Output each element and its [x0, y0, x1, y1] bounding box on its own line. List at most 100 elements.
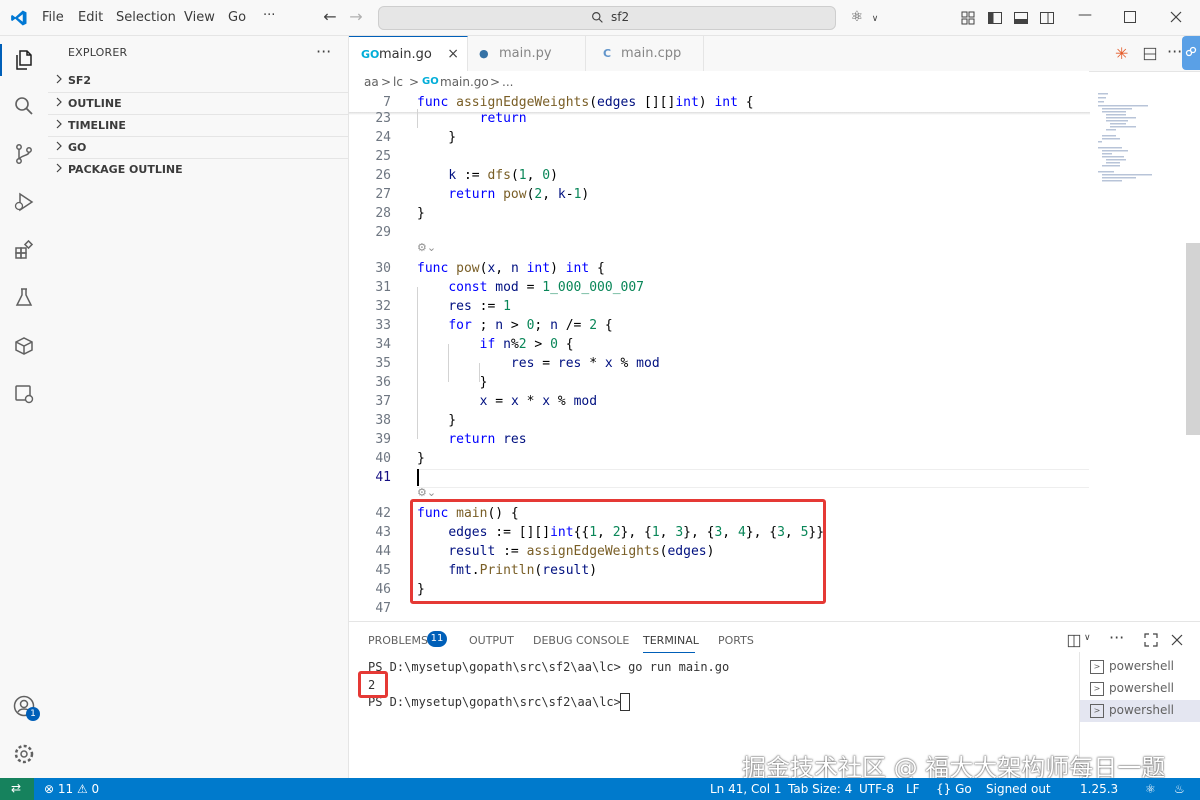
- panel-more-icon[interactable]: ···: [1109, 628, 1124, 647]
- code-text: res := 1: [417, 297, 511, 316]
- section-outline[interactable]: OUTLINE: [48, 92, 348, 115]
- code-line[interactable]: 26 k := dfs(1, 0): [349, 166, 1090, 185]
- close-icon[interactable]: ×: [447, 46, 459, 62]
- explorer-more-icon[interactable]: ···: [316, 42, 331, 61]
- terminal-line-prompt[interactable]: PS D:\mysetup\gopath\src\sf2\aa\lc>: [368, 695, 628, 709]
- status-language[interactable]: {} Go: [936, 782, 972, 796]
- go-extension-icon[interactable]: [8, 330, 40, 362]
- code-text: return res: [417, 430, 526, 449]
- maximize-icon[interactable]: [1124, 11, 1136, 23]
- ptab-ports[interactable]: PORTS: [718, 634, 754, 647]
- copilot-sparkle-icon[interactable]: ✳: [1115, 44, 1128, 63]
- section-sf2[interactable]: SF2: [48, 70, 348, 92]
- ptab-debug-console[interactable]: DEBUG CONSOLE: [533, 634, 629, 647]
- code-line[interactable]: 40}: [349, 449, 1090, 468]
- code-line[interactable]: 39 return res: [349, 430, 1090, 449]
- code-line[interactable]: 37 x = x * x % mod: [349, 392, 1090, 411]
- status-encoding[interactable]: UTF-8: [859, 782, 894, 796]
- status-go-version[interactable]: 1.25.3: [1080, 782, 1118, 796]
- copilot-status-icon[interactable]: ⚛: [1145, 782, 1156, 796]
- chevron-down-icon[interactable]: ∨: [866, 10, 884, 28]
- extensions-icon[interactable]: [8, 234, 40, 266]
- toggle-secondary-sidebar-icon[interactable]: [1039, 10, 1055, 26]
- code-line[interactable]: 27 return pow(2, k-1): [349, 185, 1090, 204]
- code-line[interactable]: 33 for ; n > 0; n /= 2 {: [349, 316, 1090, 335]
- chevron-right-icon: [56, 119, 62, 129]
- back-arrow-icon[interactable]: ←: [321, 8, 339, 26]
- code-line[interactable]: 23 return: [349, 109, 1090, 128]
- breadcrumb-lc[interactable]: lc: [393, 75, 403, 89]
- editor-more-actions-icon[interactable]: ···: [1167, 42, 1182, 61]
- ptab-output[interactable]: OUTPUT: [469, 634, 514, 647]
- customize-layout-icon[interactable]: [960, 10, 976, 26]
- status-eol[interactable]: LF: [906, 782, 920, 796]
- minimize-icon[interactable]: —: [1076, 6, 1094, 24]
- toggle-panel-icon[interactable]: [1013, 10, 1029, 26]
- status-position[interactable]: Ln 41, Col 1: [710, 782, 782, 796]
- remote-explorer-icon[interactable]: [8, 378, 40, 410]
- menu-selection[interactable]: Selection: [116, 10, 176, 25]
- menu-edit[interactable]: Edit: [78, 10, 103, 25]
- status-tab-size[interactable]: Tab Size: 4: [788, 782, 852, 796]
- toggle-sidebar-icon[interactable]: [987, 10, 1003, 26]
- code-line[interactable]: 38 }: [349, 411, 1090, 430]
- testing-flask-icon[interactable]: [8, 282, 40, 314]
- section-go[interactable]: GO: [48, 136, 348, 159]
- copilot-chat-tab[interactable]: [1182, 36, 1200, 70]
- gear-icon[interactable]: [8, 738, 40, 770]
- run-debug-icon[interactable]: [8, 186, 40, 218]
- code-line[interactable]: 28}: [349, 204, 1090, 223]
- tab-main-py[interactable]: ● main.py: [467, 36, 586, 71]
- editor-scrollbar[interactable]: [1186, 243, 1200, 435]
- code-line[interactable]: 30 func pow(x, n int) int {: [349, 259, 1090, 278]
- breadcrumb-ellipsis[interactable]: ...: [502, 75, 513, 89]
- notifications-bell-icon[interactable]: ♨: [1174, 782, 1185, 796]
- code-line[interactable]: 24 }: [349, 128, 1090, 147]
- menu-go[interactable]: Go: [228, 10, 246, 25]
- code-line[interactable]: 41: [349, 468, 1090, 487]
- command-center-search[interactable]: sf2: [378, 6, 836, 30]
- code-token: x: [510, 394, 519, 409]
- section-timeline[interactable]: TIMELINE: [48, 114, 348, 137]
- close-panel-icon[interactable]: [1171, 634, 1183, 646]
- codelens-icon[interactable]: ⚙⌄: [417, 241, 436, 254]
- breadcrumb-aa[interactable]: aa: [364, 75, 379, 89]
- menu-view[interactable]: View: [184, 10, 215, 25]
- code-line[interactable]: 29: [349, 223, 1090, 242]
- menu-more[interactable]: ···: [263, 8, 275, 23]
- minimap[interactable]: [1090, 93, 1186, 193]
- status-account[interactable]: Signed out: [986, 782, 1051, 796]
- search-icon[interactable]: [8, 90, 40, 122]
- maximize-panel-icon[interactable]: [1144, 633, 1158, 647]
- ptab-terminal[interactable]: TERMINAL: [643, 634, 699, 647]
- section-package-outline[interactable]: PACKAGE OUTLINE: [48, 158, 348, 181]
- close-window-icon[interactable]: [1170, 11, 1182, 23]
- remote-indicator[interactable]: ⇄: [0, 778, 34, 800]
- source-control-icon[interactable]: [8, 138, 40, 170]
- ptab-problems[interactable]: PROBLEMS: [368, 634, 428, 647]
- code-line[interactable]: 31 const mod = 1_000_000_007: [349, 278, 1090, 297]
- split-editor-icon[interactable]: [1143, 47, 1157, 61]
- code-line[interactable]: 36 }: [349, 373, 1090, 392]
- code-line[interactable]: 34 if n%2 > 0 {: [349, 335, 1090, 354]
- tab-main-go[interactable]: GO main.go ×: [349, 36, 468, 72]
- tab-main-cpp[interactable]: C main.cpp: [585, 36, 704, 71]
- link-icon: [1185, 46, 1197, 57]
- terminal-item-active[interactable]: > powershell: [1080, 700, 1200, 722]
- codelens-icon[interactable]: ⚙⌄: [417, 486, 436, 499]
- status-problems[interactable]: ⊗ 11 ⚠ 0: [44, 782, 99, 796]
- forward-arrow-icon[interactable]: →: [347, 8, 365, 26]
- code-line[interactable]: 35 res = res * x % mod: [349, 354, 1090, 373]
- chevron-down-icon[interactable]: ∨: [1084, 633, 1091, 643]
- code-token: mod: [495, 280, 519, 295]
- code-line[interactable]: 32 res := 1: [349, 297, 1090, 316]
- terminal-item[interactable]: > powershell: [1080, 678, 1200, 700]
- breadcrumb-main-go[interactable]: main.go: [440, 75, 489, 89]
- split-terminal-icon[interactable]: [1067, 634, 1081, 648]
- line-number: 33: [375, 318, 391, 333]
- copilot-icon[interactable]: ⚛: [848, 8, 866, 26]
- menu-file[interactable]: File: [42, 10, 64, 25]
- code-line[interactable]: 25: [349, 147, 1090, 166]
- terminal-item[interactable]: > powershell: [1080, 656, 1200, 678]
- explorer-icon[interactable]: [0, 44, 50, 76]
